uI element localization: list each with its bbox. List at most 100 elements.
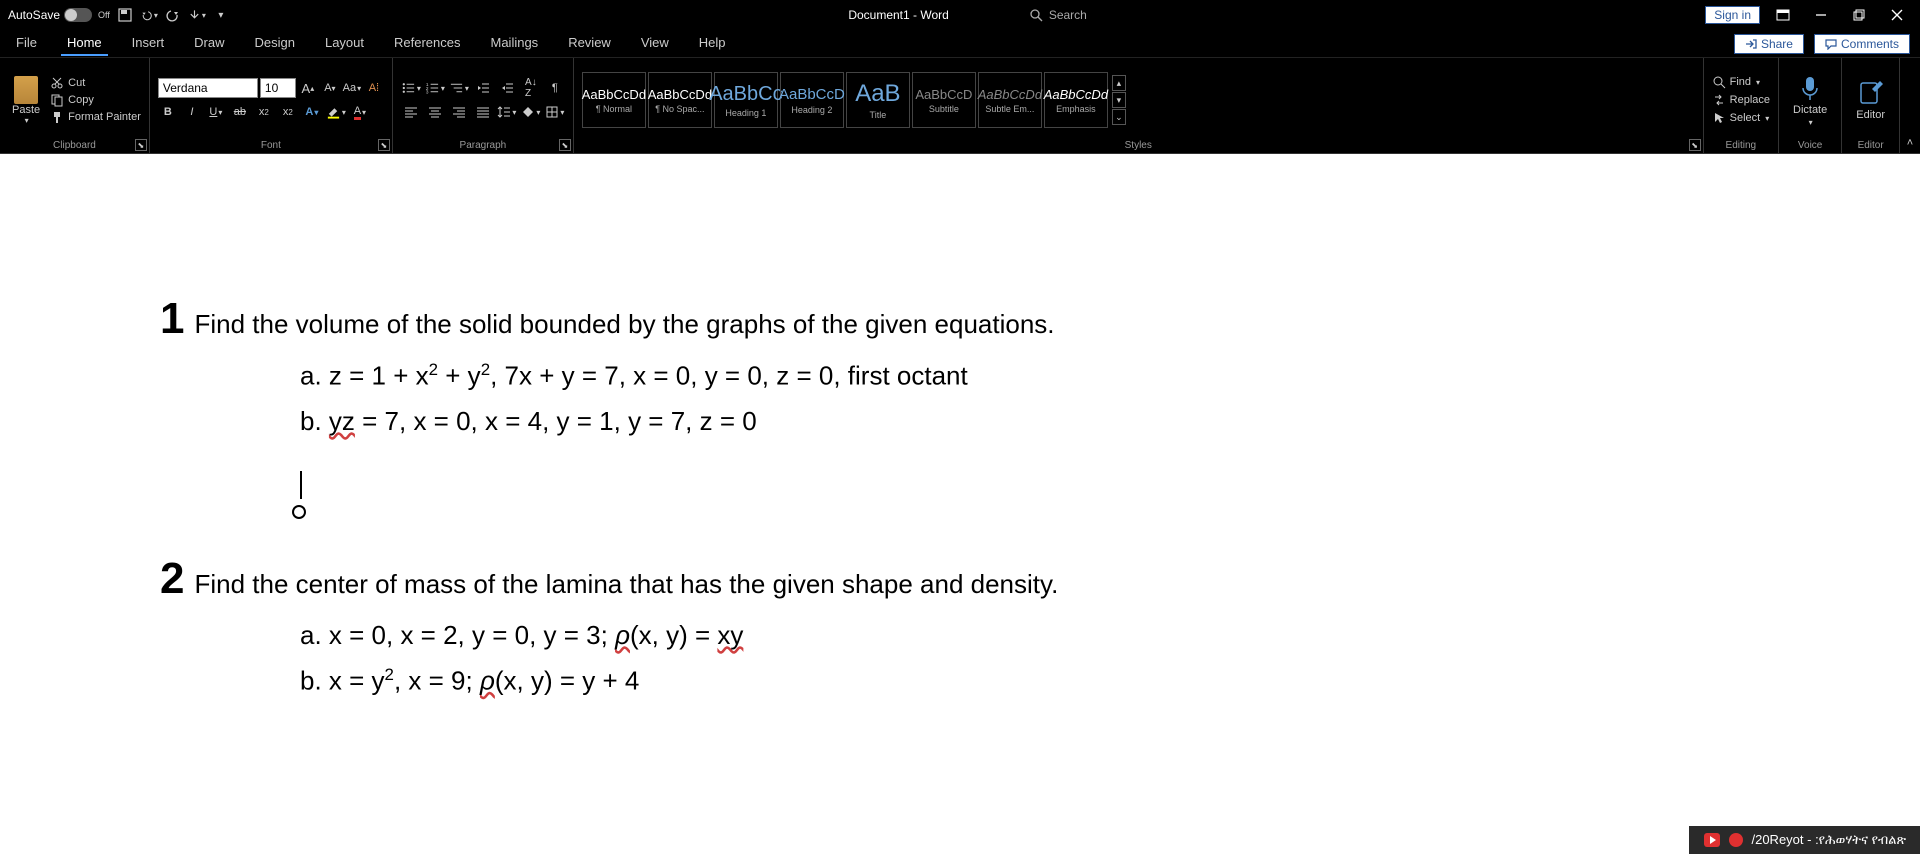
save-icon[interactable] — [116, 6, 134, 24]
style-title[interactable]: AaBTitle — [846, 72, 910, 128]
borders-button[interactable]: ▾ — [545, 102, 565, 122]
font-size-input[interactable] — [260, 78, 296, 98]
line-spacing-button[interactable]: ▾ — [497, 102, 517, 122]
grow-font-button[interactable]: A▴ — [298, 78, 318, 98]
title-bar: AutoSave Off ▾ ▾ ▾ Document1 - Word Sear… — [0, 0, 1920, 30]
replace-icon — [1712, 93, 1726, 107]
subscript-button[interactable]: x2 — [254, 102, 274, 122]
font-launcher[interactable]: ⬊ — [378, 139, 390, 151]
styles-up-button[interactable]: ▴ — [1112, 75, 1126, 91]
tab-design[interactable]: Design — [249, 31, 301, 56]
superscript-button[interactable]: x2 — [278, 102, 298, 122]
style-heading2[interactable]: AaBbCcDHeading 2 — [780, 72, 844, 128]
italic-button[interactable]: I — [182, 102, 202, 122]
justify-button[interactable] — [473, 102, 493, 122]
highlight-button[interactable]: ▾ — [326, 102, 346, 122]
replace-button[interactable]: Replace — [1712, 93, 1770, 107]
styles-more-button[interactable]: ⌄ — [1112, 109, 1126, 125]
styles-down-button[interactable]: ▾ — [1112, 92, 1126, 108]
search-box[interactable]: Search — [1029, 8, 1087, 22]
notification-toast[interactable]: /20Reyot - :የሕወሃትና የብልጽ — [1689, 826, 1920, 854]
redo-icon[interactable] — [164, 6, 182, 24]
question-2: 2Find the center of mass of the lamina t… — [160, 554, 1920, 604]
shading-button[interactable]: ▾ — [521, 102, 541, 122]
decrease-indent-button[interactable] — [473, 78, 493, 98]
copy-button[interactable]: Copy — [50, 93, 141, 107]
increase-indent-button[interactable] — [497, 78, 517, 98]
styles-launcher[interactable]: ⬊ — [1689, 139, 1701, 151]
bold-button[interactable]: B — [158, 102, 178, 122]
tab-layout[interactable]: Layout — [319, 31, 370, 56]
empty-bullet — [292, 505, 306, 519]
select-icon — [1712, 111, 1726, 125]
style-emphasis[interactable]: AaBbCcDdEmphasis — [1044, 72, 1108, 128]
cut-button[interactable]: Cut — [50, 76, 141, 90]
document-body[interactable]: 1Find the volume of the solid bounded by… — [0, 154, 1920, 696]
tab-home[interactable]: Home — [61, 31, 108, 56]
bullets-button[interactable]: ▾ — [401, 78, 421, 98]
format-painter-button[interactable]: Format Painter — [50, 110, 141, 124]
style-heading1[interactable]: AaBbCcHeading 1 — [714, 72, 778, 128]
minimize-button[interactable] — [1806, 1, 1836, 29]
style-subtle-em[interactable]: AaBbCcDdSubtle Em... — [978, 72, 1042, 128]
tab-insert[interactable]: Insert — [126, 31, 171, 56]
tab-review[interactable]: Review — [562, 31, 617, 56]
paragraph-launcher[interactable]: ⬊ — [559, 139, 571, 151]
tab-references[interactable]: References — [388, 31, 466, 56]
autosave-toggle[interactable]: AutoSave Off — [8, 8, 110, 22]
close-button[interactable] — [1882, 1, 1912, 29]
customize-qat-icon[interactable]: ▾ — [212, 6, 230, 24]
tab-help[interactable]: Help — [693, 31, 732, 56]
tab-mailings[interactable]: Mailings — [485, 31, 545, 56]
tab-view[interactable]: View — [635, 31, 675, 56]
style-normal[interactable]: AaBbCcDd¶ Normal — [582, 72, 646, 128]
font-name-input[interactable] — [158, 78, 258, 98]
sign-in-button[interactable]: Sign in — [1705, 6, 1760, 24]
change-case-button[interactable]: Aa▾ — [342, 78, 362, 98]
strikethrough-button[interactable]: ab — [230, 102, 250, 122]
tab-draw[interactable]: Draw — [188, 31, 230, 56]
select-button[interactable]: Select▾ — [1712, 111, 1770, 125]
align-left-button[interactable] — [401, 102, 421, 122]
underline-button[interactable]: U▾ — [206, 102, 226, 122]
text-effects-button[interactable]: A▾ — [302, 102, 322, 122]
ribbon-tabs: File Home Insert Draw Design Layout Refe… — [0, 30, 1920, 58]
font-color-button[interactable]: A▾ — [350, 102, 370, 122]
comments-button[interactable]: Comments — [1814, 34, 1910, 54]
group-editor: Editor Editor — [1842, 58, 1900, 153]
dictate-button[interactable]: Dictate▾ — [1787, 74, 1833, 127]
qat-more-icon[interactable]: ▾ — [188, 6, 206, 24]
group-voice: Dictate▾ Voice — [1779, 58, 1842, 153]
maximize-button[interactable] — [1844, 1, 1874, 29]
clear-formatting-button[interactable]: A⁞ — [364, 78, 384, 98]
paste-button[interactable]: Paste ▾ — [8, 76, 44, 125]
scissors-icon — [50, 76, 64, 90]
multilevel-list-button[interactable]: ▾ — [449, 78, 469, 98]
collapse-ribbon-button[interactable]: ˄ — [1907, 137, 1913, 149]
find-button[interactable]: Find▾ — [1712, 75, 1770, 89]
clipboard-launcher[interactable]: ⬊ — [135, 139, 147, 151]
search-icon — [1029, 8, 1043, 22]
style-subtitle[interactable]: AaBbCcDSubtitle — [912, 72, 976, 128]
undo-icon[interactable]: ▾ — [140, 6, 158, 24]
show-marks-button[interactable]: ¶ — [545, 78, 565, 98]
ribbon-display-icon[interactable] — [1768, 1, 1798, 29]
group-editing: Find▾ Replace Select▾ Editing — [1704, 58, 1779, 153]
sort-button[interactable]: A↓Z — [521, 78, 541, 98]
share-button[interactable]: Share — [1734, 34, 1804, 54]
group-paragraph: ▾ 123▾ ▾ A↓Z ¶ — [393, 58, 574, 153]
svg-text:3: 3 — [426, 90, 429, 95]
share-icon — [1745, 38, 1757, 50]
shrink-font-button[interactable]: A▾ — [320, 78, 340, 98]
editor-icon — [1858, 79, 1884, 107]
text-cursor — [300, 471, 302, 499]
copy-icon — [50, 93, 64, 107]
align-center-button[interactable] — [425, 102, 445, 122]
tab-file[interactable]: File — [10, 31, 43, 56]
editor-button[interactable]: Editor — [1850, 79, 1891, 121]
brush-icon — [50, 110, 64, 124]
ribbon: Paste ▾ Cut Copy Format Painter Clipboar… — [0, 58, 1920, 154]
align-right-button[interactable] — [449, 102, 469, 122]
style-nospacing[interactable]: AaBbCcDd¶ No Spac... — [648, 72, 712, 128]
numbering-button[interactable]: 123▾ — [425, 78, 445, 98]
